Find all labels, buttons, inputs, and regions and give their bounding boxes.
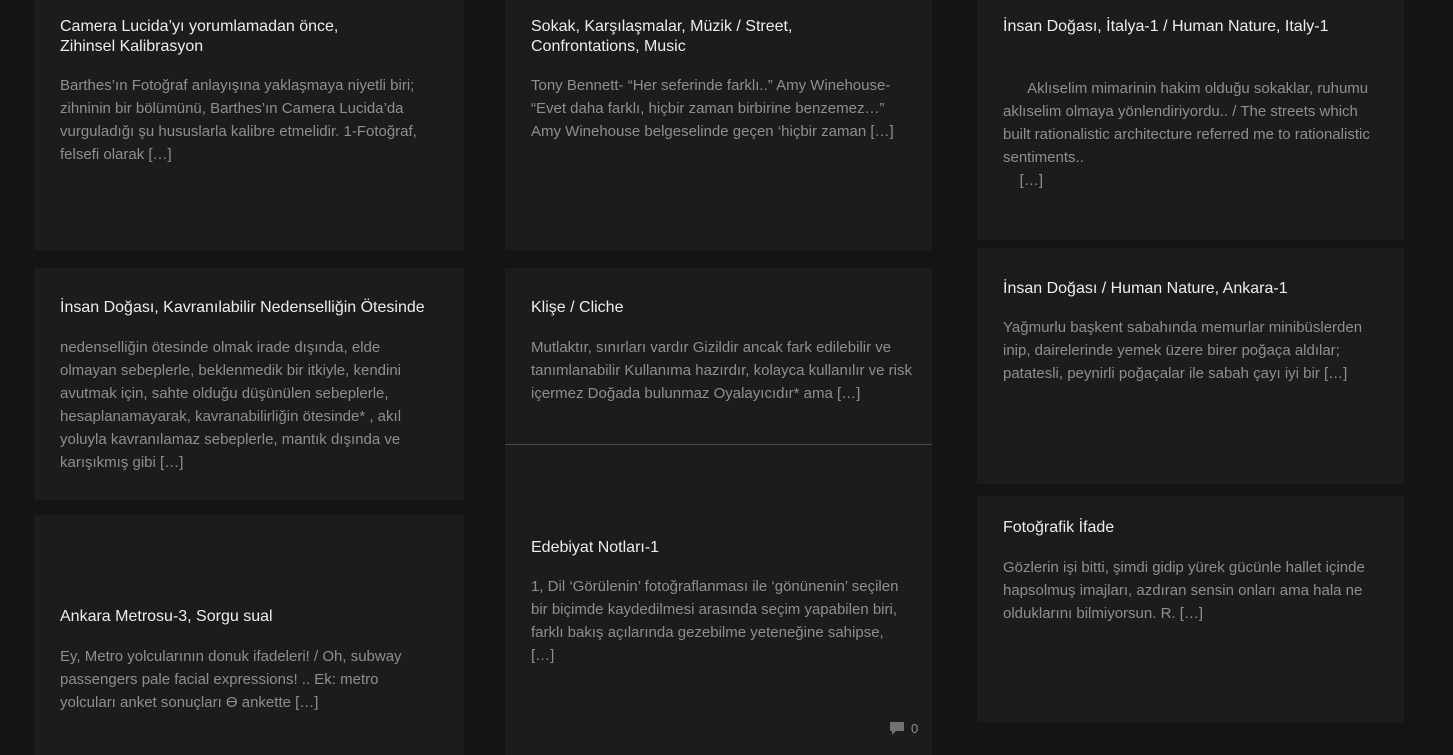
post-title[interactable]: Klişe / Cliche	[531, 298, 911, 318]
post-excerpt: Yağmurlu başkent sabahında memurlar mini…	[1003, 316, 1383, 385]
post-excerpt-text: 1, Dil ‘Görülenin’ fotoğraflanması ile ‘…	[531, 578, 899, 641]
post-title[interactable]: İnsan Doğası, İtalya-1 / Human Nature, I…	[1003, 17, 1393, 37]
post-excerpt-text: nedenselliğin ötesinde olmak irade dışın…	[60, 339, 402, 471]
post-title[interactable]: Ankara Metrosu-3, Sorgu sual	[60, 607, 440, 627]
read-more-link[interactable]: […]	[837, 385, 860, 402]
read-more-link[interactable]: […]	[531, 647, 554, 664]
post-excerpt-text: Barthes’ın Fotoğraf anlayışına yaklaşmay…	[60, 77, 417, 163]
post-excerpt-text: Tony Bennett- “Her seferinde farklı..” A…	[531, 77, 891, 140]
post-excerpt-text: Yağmurlu başkent sabahında memurlar mini…	[1003, 319, 1363, 382]
read-more-link[interactable]: […]	[870, 123, 893, 140]
post-card: Ankara Metrosu-3, Sorgu sual Ey, Metro y…	[34, 515, 464, 755]
post-excerpt-text: Aklıselim mimarinin hakim olduğu sokakla…	[1003, 80, 1374, 166]
post-card: İnsan Doğası / Human Nature, Ankara-1 Ya…	[977, 248, 1404, 484]
read-more-link[interactable]: […]	[148, 146, 171, 163]
comment-icon	[890, 721, 904, 735]
post-excerpt: Gözlerin işi bitti, şimdi gidip yürek gü…	[1003, 556, 1378, 625]
post-title[interactable]: Edebiyat Notları-1	[531, 538, 911, 558]
post-title[interactable]: İnsan Doğası, Kavranılabilir Nedenselliğ…	[60, 298, 460, 318]
post-card: Sokak, Karşılaşmalar, Müzik / Street, Co…	[505, 0, 932, 250]
read-more-link[interactable]: […]	[160, 454, 183, 471]
comments-link[interactable]: 0	[889, 720, 918, 736]
post-excerpt: 1, Dil ‘Görülenin’ fotoğraflanması ile ‘…	[531, 575, 901, 667]
read-more-link[interactable]: […]	[1324, 365, 1347, 382]
post-title[interactable]: Camera Lucida’yı yorumlamadan önce, Zihi…	[60, 17, 390, 57]
post-card: İnsan Doğası, Kavranılabilir Nedenselliğ…	[34, 268, 464, 500]
post-excerpt: Ey, Metro yolcularının donuk ifadeleri! …	[60, 645, 430, 714]
read-more-link[interactable]: […]	[1180, 605, 1203, 622]
post-card: İnsan Doğası, İtalya-1 / Human Nature, I…	[977, 0, 1404, 240]
read-more-link[interactable]: […]	[1020, 172, 1043, 189]
comment-count: 0	[911, 720, 919, 736]
post-title[interactable]: Fotoğrafik İfade	[1003, 518, 1393, 538]
post-excerpt: Aklıselim mimarinin hakim olduğu sokakla…	[1003, 54, 1383, 215]
post-title[interactable]: İnsan Doğası / Human Nature, Ankara-1	[1003, 279, 1393, 299]
post-excerpt-text: Ey, Metro yolcularının donuk ifadeleri! …	[60, 648, 402, 711]
post-card: Fotoğrafik İfade Gözlerin işi bitti, şim…	[977, 496, 1404, 722]
post-excerpt: Barthes’ın Fotoğraf anlayışına yaklaşmay…	[60, 74, 440, 166]
post-excerpt: nedenselliğin ötesinde olmak irade dışın…	[60, 336, 420, 474]
post-card: Camera Lucida’yı yorumlamadan önce, Zihi…	[34, 0, 464, 250]
post-excerpt: Mutlaktır, sınırları vardır Gizildir anc…	[531, 336, 916, 405]
post-card: Klişe / Cliche Mutlaktır, sınırları vard…	[505, 268, 932, 444]
read-more-link[interactable]: […]	[295, 694, 318, 711]
post-card: Edebiyat Notları-1 1, Dil ‘Görülenin’ fo…	[505, 445, 932, 755]
post-excerpt: Tony Bennett- “Her seferinde farklı..” A…	[531, 74, 911, 143]
post-title[interactable]: Sokak, Karşılaşmalar, Müzik / Street, Co…	[531, 17, 831, 57]
